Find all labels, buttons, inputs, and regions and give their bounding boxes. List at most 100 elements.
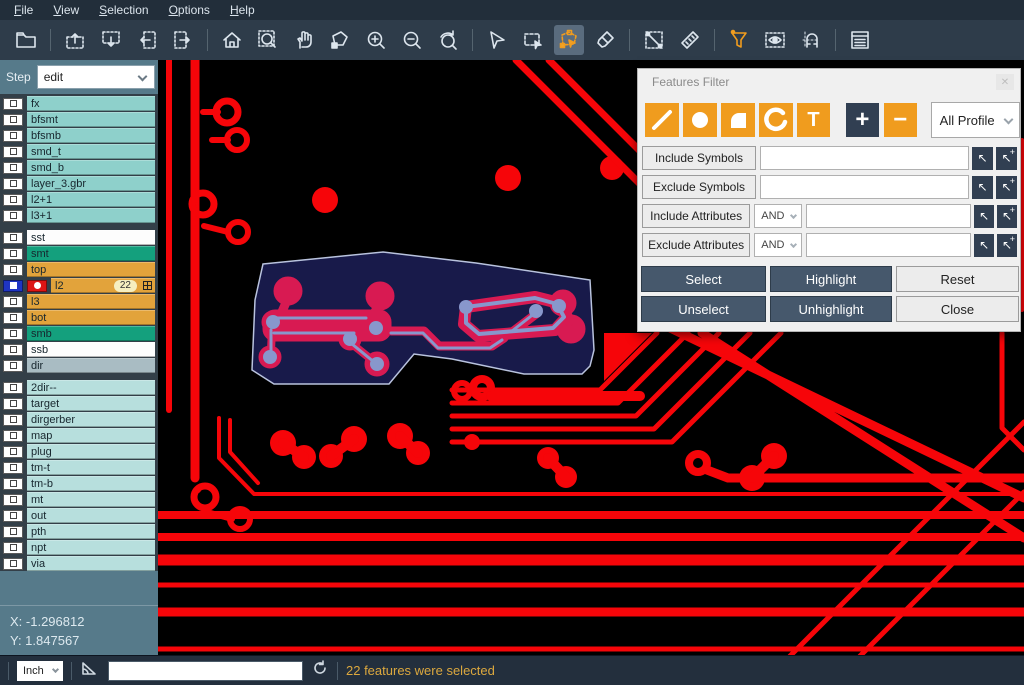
layer-row-l3+1[interactable]: l3+1 (0, 208, 158, 223)
polygon-select-icon[interactable] (554, 25, 584, 55)
layer-name-cell[interactable]: sst (27, 230, 155, 245)
layer-row-2dir--[interactable]: 2dir-- (0, 380, 158, 395)
pick-arrow-icon[interactable]: ↖ (972, 147, 993, 170)
layer-row-top[interactable]: top (0, 262, 158, 277)
layer-checkbox[interactable] (3, 210, 23, 222)
layer-row-via[interactable]: via (0, 556, 158, 571)
layer-checkbox[interactable] (3, 462, 23, 474)
layer-name-cell[interactable]: mt (27, 492, 155, 507)
filter-value-input[interactable] (806, 233, 971, 257)
layer-checkbox[interactable] (3, 264, 23, 276)
filter-value-input[interactable] (760, 146, 969, 170)
home-icon[interactable] (217, 25, 247, 55)
pan-hand-icon[interactable] (289, 25, 319, 55)
layer-checkbox[interactable] (3, 296, 23, 308)
pick-add-arrow-icon[interactable]: ↖+ (997, 205, 1017, 228)
layer-name-cell[interactable]: smd_t (27, 144, 155, 159)
layer-row-tm-t[interactable]: tm-t (0, 460, 158, 475)
layer-checkbox[interactable] (3, 430, 23, 442)
layer-row-fx[interactable]: fx (0, 96, 158, 111)
include-attributes-button[interactable]: Include Attributes (642, 204, 750, 228)
pick-add-arrow-icon[interactable]: ↖+ (997, 234, 1017, 257)
open-folder-icon[interactable] (11, 25, 41, 55)
layer-name-cell[interactable]: npt (27, 540, 155, 555)
command-input[interactable] (108, 661, 303, 681)
layer-name-cell[interactable]: out (27, 508, 155, 523)
layer-checkbox[interactable] (3, 130, 23, 142)
layer-row-sst[interactable]: sst (0, 230, 158, 245)
layer-row-target[interactable]: target (0, 396, 158, 411)
exclude-symbols-button[interactable]: Exclude Symbols (642, 175, 756, 199)
layer-checkbox[interactable] (3, 162, 23, 174)
zoom-polygon-icon[interactable] (325, 25, 355, 55)
zoom-in-icon[interactable] (361, 25, 391, 55)
ruler-icon[interactable] (675, 25, 705, 55)
layer-checkbox[interactable] (3, 328, 23, 340)
angle-measure-icon[interactable] (80, 659, 98, 682)
layer-name-cell[interactable]: l2+1 (27, 192, 155, 207)
layer-name-cell[interactable]: top (27, 262, 155, 277)
layer-name-cell[interactable]: ssb (27, 342, 155, 357)
layer-checkbox[interactable] (3, 280, 23, 292)
refresh-icon[interactable] (311, 659, 329, 682)
clean-brush-icon[interactable] (590, 25, 620, 55)
move-right-icon[interactable] (168, 25, 198, 55)
layer-name-cell[interactable]: smt (27, 246, 155, 261)
layer-name-cell[interactable]: l222 (51, 278, 155, 293)
layer-name-cell[interactable]: pth (27, 524, 155, 539)
layer-name-cell[interactable]: fx (27, 96, 155, 111)
layer-name-cell[interactable]: smb (27, 326, 155, 341)
layer-checkbox[interactable] (3, 414, 23, 426)
reset-button[interactable]: Reset (896, 266, 1019, 292)
and-or-select[interactable]: AND (754, 233, 802, 257)
pick-arrow-icon[interactable]: ↖ (974, 205, 994, 228)
pointer-select-icon[interactable] (482, 25, 512, 55)
dialog-title-bar[interactable]: Features Filter ✕ (638, 69, 1020, 95)
layer-checkbox[interactable] (3, 526, 23, 538)
pad-tool-icon[interactable] (683, 103, 717, 137)
layer-row-plug[interactable]: plug (0, 444, 158, 459)
arc-tool-icon[interactable] (759, 103, 793, 137)
layer-name-cell[interactable]: via (27, 556, 155, 571)
move-up-icon[interactable] (60, 25, 90, 55)
layer-row-l3[interactable]: l3 (0, 294, 158, 309)
include-symbols-button[interactable]: Include Symbols (642, 146, 756, 170)
measure-line-icon[interactable] (639, 25, 669, 55)
zoom-out-icon[interactable] (397, 25, 427, 55)
select-button[interactable]: Select (641, 266, 766, 292)
layer-row-smb[interactable]: smb (0, 326, 158, 341)
layer-checkbox[interactable] (3, 232, 23, 244)
layer-name-cell[interactable]: dir (27, 358, 155, 373)
profile-select[interactable]: All Profile (931, 102, 1020, 138)
layer-row-smd_t[interactable]: smd_t (0, 144, 158, 159)
layer-name-cell[interactable]: map (27, 428, 155, 443)
layer-row-smd_b[interactable]: smd_b (0, 160, 158, 175)
move-left-icon[interactable] (132, 25, 162, 55)
filter-value-input[interactable] (760, 175, 969, 199)
layer-checkbox[interactable] (3, 398, 23, 410)
add-filter-icon[interactable]: + (846, 103, 879, 137)
layer-checkbox[interactable] (3, 542, 23, 554)
layer-row-bfsmt[interactable]: bfsmt (0, 112, 158, 127)
layer-row-l2[interactable]: l222 (0, 278, 158, 293)
layer-checkbox[interactable] (3, 114, 23, 126)
layer-checkbox[interactable] (3, 194, 23, 206)
layer-checkbox[interactable] (3, 98, 23, 110)
remove-filter-icon[interactable]: − (884, 103, 917, 137)
layer-row-layer_3.gbr[interactable]: layer_3.gbr (0, 176, 158, 191)
text-tool-icon[interactable]: T (797, 103, 830, 137)
layer-row-dirgerber[interactable]: dirgerber (0, 412, 158, 427)
layer-row-smt[interactable]: smt (0, 246, 158, 261)
layer-row-bot[interactable]: bot (0, 310, 158, 325)
layer-checkbox[interactable] (3, 446, 23, 458)
layer-name-cell[interactable]: tm-t (27, 460, 155, 475)
and-or-select[interactable]: AND (754, 204, 802, 228)
layer-checkbox[interactable] (3, 146, 23, 158)
step-select[interactable]: edit (37, 65, 155, 89)
zoom-previous-icon[interactable] (433, 25, 463, 55)
layer-row-bfsmb[interactable]: bfsmb (0, 128, 158, 143)
menu-item-help[interactable]: Help (220, 0, 265, 20)
rect-select-icon[interactable] (518, 25, 548, 55)
layer-checkbox[interactable] (3, 360, 23, 372)
move-down-icon[interactable] (96, 25, 126, 55)
